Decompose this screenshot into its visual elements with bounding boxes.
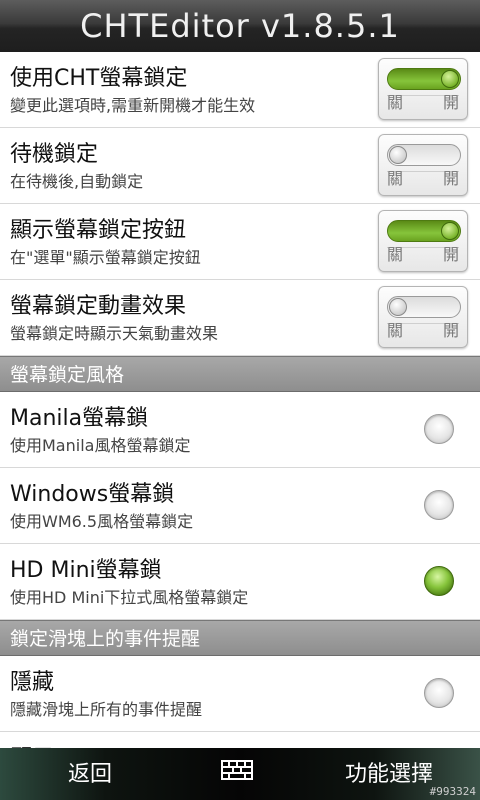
toggle-knob bbox=[389, 146, 407, 164]
toggle-knob bbox=[441, 222, 459, 240]
pref-title: 使用CHT螢幕鎖定 bbox=[10, 66, 188, 91]
radio-option-windows[interactable]: Windows螢幕鎖 使用WM6.5風格螢幕鎖定 bbox=[0, 468, 480, 544]
toggle-switch[interactable]: 關 開 bbox=[378, 58, 468, 120]
option-summary: 隱藏滑塊上所有的事件提醒 bbox=[10, 700, 203, 719]
pref-summary: 在待機後,自動鎖定 bbox=[10, 172, 144, 191]
app-title-bar: CHTEditor v1.8.5.1 bbox=[0, 0, 480, 52]
option-summary: 使用HD Mini下拉式風格螢幕鎖定 bbox=[10, 588, 249, 607]
watermark-text: #993324 bbox=[429, 785, 476, 798]
toggle-knob bbox=[389, 298, 407, 316]
radio-option-hd-mini[interactable]: HD Mini螢幕鎖 使用HD Mini下拉式風格螢幕鎖定 bbox=[0, 544, 480, 620]
preference-list[interactable]: 使用CHT螢幕鎖定 變更此選項時,需重新開機才能生效 關 開 待機鎖定 在待機後… bbox=[0, 52, 480, 748]
option-title: HD Mini螢幕鎖 bbox=[10, 558, 162, 583]
pref-title: 待機鎖定 bbox=[10, 142, 99, 167]
toggle-switch[interactable]: 關 開 bbox=[378, 286, 468, 348]
toggle-on-label: 開 bbox=[442, 245, 459, 264]
menu-select-button[interactable]: 功能選擇 bbox=[345, 748, 433, 800]
option-summary: 使用WM6.5風格螢幕鎖定 bbox=[10, 512, 194, 531]
radio-option-manila[interactable]: Manila螢幕鎖 使用Manila風格螢幕鎖定 bbox=[0, 392, 480, 468]
option-title: Manila螢幕鎖 bbox=[10, 406, 149, 431]
pref-show-lock-button[interactable]: 顯示螢幕鎖定按鈕 在"選單"顯示螢幕鎖定按鈕 關 開 bbox=[0, 204, 480, 280]
pref-use-cht-lock[interactable]: 使用CHT螢幕鎖定 變更此選項時,需重新開機才能生效 關 開 bbox=[0, 52, 480, 128]
section-header-slider-events: 鎖定滑塊上的事件提醒 bbox=[0, 620, 480, 656]
pref-title: 顯示螢幕鎖定按鈕 bbox=[10, 218, 187, 243]
pref-title: 螢幕鎖定動畫效果 bbox=[10, 294, 187, 319]
pref-summary: 變更此選項時,需重新開機才能生效 bbox=[10, 96, 256, 115]
radio-button-selected[interactable] bbox=[424, 566, 454, 596]
option-title: 顯示 bbox=[10, 740, 54, 748]
toggle-on-label: 開 bbox=[442, 169, 459, 188]
pref-standby-lock[interactable]: 待機鎖定 在待機後,自動鎖定 關 開 bbox=[0, 128, 480, 204]
back-button[interactable]: 返回 bbox=[68, 748, 112, 800]
toggle-off-label: 關 bbox=[387, 321, 404, 340]
toggle-track bbox=[387, 68, 461, 90]
radio-button[interactable] bbox=[424, 414, 454, 444]
pref-summary: 在"選單"顯示螢幕鎖定按鈕 bbox=[10, 248, 201, 267]
toggle-on-label: 開 bbox=[442, 93, 459, 112]
radio-button[interactable] bbox=[424, 678, 454, 708]
radio-option-show[interactable]: 顯示 bbox=[0, 732, 480, 748]
toggle-switch[interactable]: 關 開 bbox=[378, 210, 468, 272]
option-title: Windows螢幕鎖 bbox=[10, 482, 175, 507]
toggle-track bbox=[387, 296, 461, 318]
toggle-knob bbox=[441, 70, 459, 88]
radio-button[interactable] bbox=[424, 490, 454, 520]
option-title: 隱藏 bbox=[10, 670, 55, 695]
keyboard-grid-icon[interactable] bbox=[221, 760, 253, 780]
toggle-track bbox=[387, 220, 461, 242]
toggle-switch[interactable]: 關 開 bbox=[378, 134, 468, 196]
radio-option-hide[interactable]: 隱藏 隱藏滑塊上所有的事件提醒 bbox=[0, 656, 480, 732]
toggle-off-label: 關 bbox=[387, 93, 404, 112]
toggle-off-label: 關 bbox=[387, 169, 404, 188]
app-title: CHTEditor v1.8.5.1 bbox=[80, 7, 400, 45]
bottom-softkey-bar: 返回 功能選擇 #993324 bbox=[0, 748, 480, 800]
toggle-off-label: 關 bbox=[387, 245, 404, 264]
toggle-on-label: 開 bbox=[442, 321, 459, 340]
toggle-track bbox=[387, 144, 461, 166]
option-summary: 使用Manila風格螢幕鎖定 bbox=[10, 436, 191, 455]
pref-summary: 螢幕鎖定時顯示天氣動畫效果 bbox=[10, 324, 219, 343]
pref-lock-animation[interactable]: 螢幕鎖定動畫效果 螢幕鎖定時顯示天氣動畫效果 關 開 bbox=[0, 280, 480, 356]
section-header-lock-style: 螢幕鎖定風格 bbox=[0, 356, 480, 392]
